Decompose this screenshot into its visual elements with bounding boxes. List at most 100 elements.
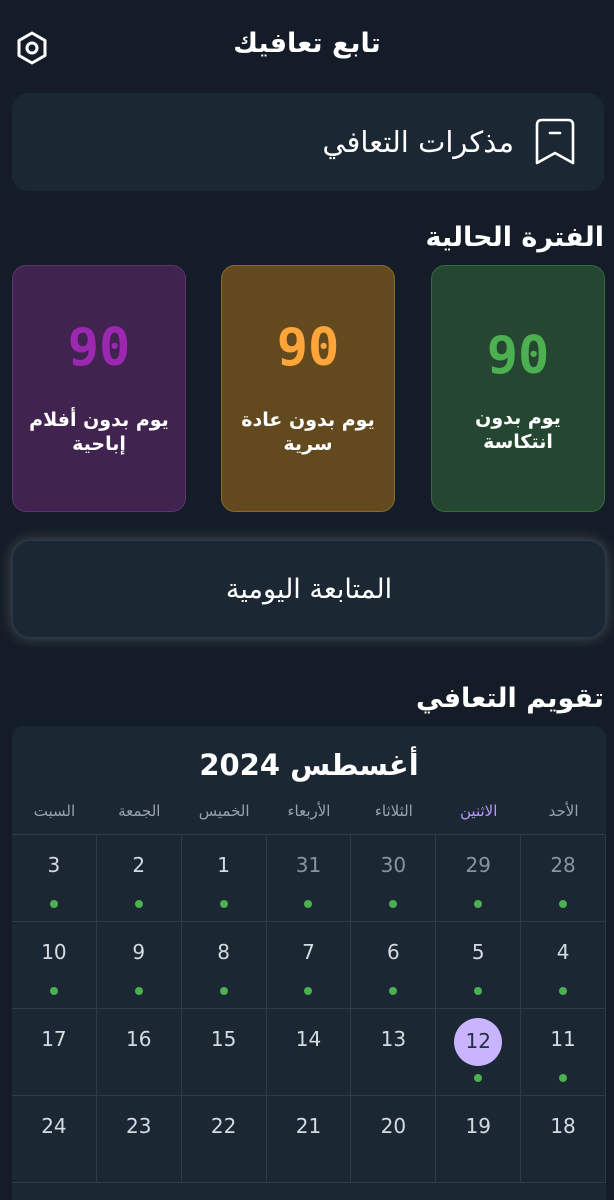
weekday-label: الجمعة [118,802,161,820]
calendar-day[interactable]: 11 [521,1009,606,1096]
daily-followup-button[interactable]: المتابعة اليومية [12,540,606,638]
calendar-day[interactable]: 23 [96,1096,182,1183]
stat-card-no-relapse[interactable]: 90 يوم بدون انتكاسة [431,265,605,512]
calendar-day[interactable]: 4 [521,922,606,1009]
calendar-grid: 28 29 30 31 1 2 3 4 5 6 7 8 9 10 11 12 13 14 15 16 17 18 19 20 2… [12,834,606,1183]
calendar-day-number: 24 [41,1114,67,1138]
calendar-day[interactable]: 2 [96,835,182,922]
recovery-dot-indicator [559,900,568,908]
recovery-dot-indicator [134,900,143,908]
calendar-day[interactable]: 1 [181,835,267,922]
weekday-label: الثلاثاء [374,802,413,820]
recovery-dot-indicator [134,987,143,995]
calendar-day-number: 8 [217,940,230,964]
calendar-day[interactable]: 30 [351,835,437,922]
calendar-day[interactable]: 9 [96,922,182,1009]
notes-label: مذكرات التعافي [322,125,514,159]
calendar-day-number: 2 [132,853,146,877]
calendar-day-number: 20 [380,1114,407,1138]
calendar-day-number: 15 [210,1027,237,1051]
weekday-label: الأحد [548,802,579,820]
calendar-day[interactable]: 10 [12,922,97,1009]
stat-label: يوم بدون أفلام إباحية [29,409,169,455]
calendar-day[interactable]: 14 [266,1009,352,1096]
calendar-day[interactable]: 13 [351,1009,437,1096]
calendar-day[interactable]: 17 [12,1009,97,1096]
calendar-day[interactable]: 22 [181,1096,267,1183]
recovery-dot-indicator [474,1074,483,1082]
settings-button[interactable] [13,29,51,67]
bookmark-icon [535,118,575,165]
calendar-day-number: 6 [386,940,400,964]
weekday-label: الاثنين [460,802,498,820]
calendar-day-today[interactable]: 12 [436,1009,522,1096]
page-title: تابع تعافيك [233,28,381,59]
calendar-day-number: 16 [126,1027,152,1051]
calendar-day-number: 14 [295,1027,322,1051]
calendar-day[interactable]: 31 [266,835,352,922]
recovery-dot-indicator [559,1074,568,1082]
calendar-day-number: 23 [126,1114,152,1138]
calendar-day-number: 13 [380,1027,407,1051]
calendar-day[interactable]: 24 [12,1096,97,1183]
recovery-dot-indicator [474,987,483,995]
calendar-day[interactable]: 3 [12,835,97,922]
calendar-day[interactable]: 28 [521,835,606,922]
recovery-calendar-title: تقويم التعافي [416,683,604,714]
calendar-day[interactable]: 21 [266,1096,352,1183]
calendar-month-label: أغسطس 2024 [199,748,419,782]
calendar-day-number: 30 [380,853,407,877]
stat-card-no-habit[interactable]: 90 يوم بدون عادة سرية [221,265,395,512]
calendar-day-number: 12 [465,1029,491,1053]
calendar-day-number: 11 [550,1027,576,1051]
calendar-day-number: 9 [132,940,146,964]
calendar-day[interactable]: 19 [436,1096,522,1183]
calendar-day[interactable]: 29 [436,835,522,922]
recovery-dot-indicator [389,987,398,995]
recovery-dot-indicator [559,987,568,995]
calendar-day-number: 22 [210,1114,237,1138]
calendar-day[interactable]: 16 [96,1009,182,1096]
weekday-label: الخميس [198,802,250,820]
recovery-dot-indicator [219,900,228,908]
calendar-day-number: 10 [41,940,67,964]
calendar-day[interactable]: 7 [266,922,352,1009]
recovery-dot-indicator [304,900,313,908]
calendar-day-number: 7 [302,940,315,964]
stat-card-no-porn[interactable]: 90 يوم بدون أفلام إباحية [12,265,186,512]
calendar-day-number: 3 [47,853,61,877]
stat-value: 90 [276,318,340,378]
calendar-day-number: 29 [465,853,491,877]
recovery-calendar: أغسطس 2024 الأحد الاثنين الثلاثاء الأربعاء ا… [12,726,606,1200]
calendar-day-number: 5 [471,940,485,964]
calendar-day-number: 18 [550,1114,576,1138]
calendar-day[interactable]: 18 [521,1096,606,1183]
recovery-notes-button[interactable]: مذكرات التعافي [12,93,604,191]
calendar-day-number: 28 [550,853,576,877]
recovery-dot-indicator [304,987,313,995]
calendar-day[interactable]: 8 [181,922,267,1009]
stat-value: 90 [486,326,550,386]
stat-label: يوم بدون عادة سرية [241,409,375,455]
calendar-day-number: 1 [217,853,230,877]
calendar-day-number: 21 [295,1114,322,1138]
weekday-label: الأربعاء [287,802,331,820]
calendar-day[interactable]: 15 [181,1009,267,1096]
current-period-title: الفترة الحالية [425,222,604,253]
recovery-dot-indicator [49,987,58,995]
calendar-day[interactable]: 6 [351,922,437,1009]
calendar-day-number: 19 [465,1114,491,1138]
recovery-dot-indicator [389,900,398,908]
stat-label: يوم بدون انتكاسة [475,407,561,453]
recovery-dot-indicator [49,900,58,908]
calendar-day-number: 4 [556,940,570,964]
weekday-label: السبت [33,802,76,820]
recovery-dot-indicator [219,987,228,995]
calendar-day-number: 31 [295,853,322,877]
stat-value: 90 [67,318,131,378]
gear-icon [17,31,47,65]
calendar-day-number: 17 [41,1027,67,1051]
recovery-dot-indicator [474,900,483,908]
calendar-day[interactable]: 5 [436,922,522,1009]
calendar-day[interactable]: 20 [351,1096,437,1183]
